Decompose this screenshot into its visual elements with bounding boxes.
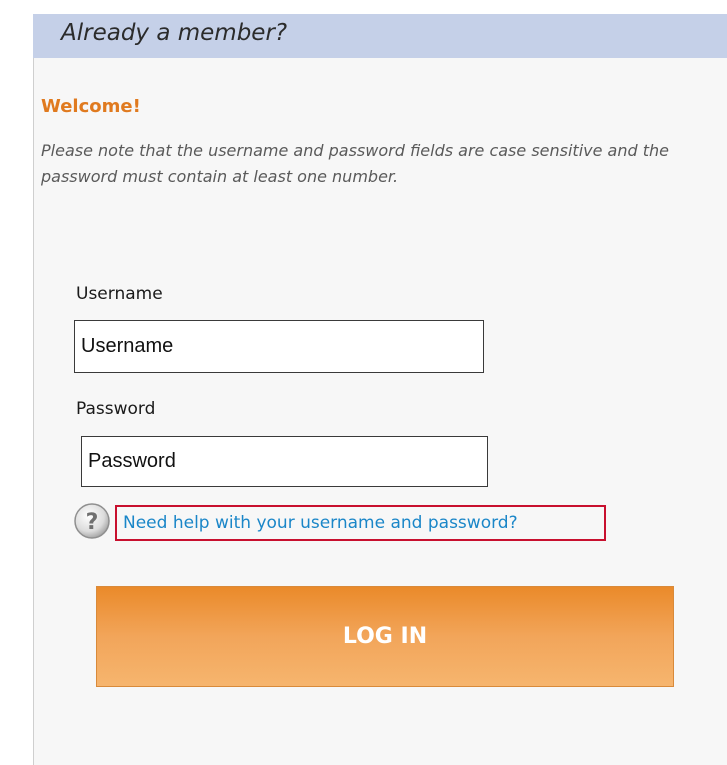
panel-body: Welcome! Please note that the username a… — [33, 58, 727, 765]
login-button[interactable]: LOG IN — [96, 586, 674, 687]
question-mark-circle-icon[interactable]: ? — [73, 502, 111, 540]
password-input[interactable] — [81, 436, 488, 487]
welcome-heading: Welcome! — [41, 96, 141, 117]
username-input[interactable] — [74, 320, 484, 373]
help-link[interactable]: Need help with your username and passwor… — [123, 513, 518, 533]
panel-header: Already a member? — [33, 14, 727, 58]
username-label: Username — [76, 284, 163, 304]
password-label: Password — [76, 399, 156, 419]
help-link-highlight: Need help with your username and passwor… — [115, 505, 606, 541]
panel-title: Already a member? — [61, 20, 288, 46]
login-panel: Already a member? Welcome! Please note t… — [33, 14, 727, 765]
case-sensitivity-note: Please note that the username and passwo… — [41, 141, 669, 186]
help-icon-glyph: ? — [86, 510, 99, 535]
